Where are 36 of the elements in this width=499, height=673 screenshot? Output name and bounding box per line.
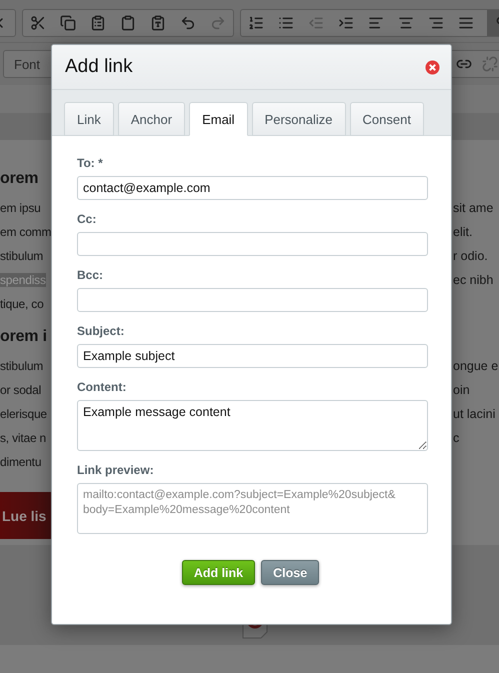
article-text: stibulum — [0, 358, 44, 372]
article-text: tique, co — [0, 296, 44, 311]
input-field[interactable]: Example subject — [77, 344, 428, 368]
link-preview-field[interactable]: mailto:contact@example.com?subject=Example%20subject&body=Example%20message%20content — [77, 483, 428, 534]
article-text: s, vitae n — [0, 430, 46, 445]
field-label: Content: — [77, 380, 128, 394]
article-text: ongue e — [453, 358, 499, 372]
article-text: em ipsu — [0, 200, 41, 214]
article-text: ut lacini — [453, 406, 496, 421]
field-label: Cc: — [77, 212, 98, 226]
article-text: ec nibh — [453, 272, 494, 287]
input-field[interactable]: contact@example.com — [77, 176, 428, 200]
article-text: em comm — [0, 224, 52, 239]
field-label: To: * — [77, 156, 104, 170]
article-text: r odio. — [453, 248, 489, 263]
article-heading: orem — [0, 170, 38, 188]
article-text: or sodal — [0, 382, 42, 397]
content-field[interactable]: Example message content — [77, 400, 428, 451]
article-text: elerisque — [0, 406, 47, 421]
field-label: Subject: — [77, 324, 126, 338]
article-text: spendiss — [0, 272, 46, 287]
article-text: c — [453, 430, 460, 445]
dialog-tab[interactable]: Email — [189, 102, 248, 136]
article-text: oin — [453, 382, 471, 397]
field-label: Bcc: — [77, 268, 104, 282]
article-heading: orem i — [0, 328, 47, 346]
dialog-tab[interactable]: Consent — [350, 102, 424, 136]
article-text: dimentu — [0, 454, 42, 469]
article-text: sit ame — [453, 200, 494, 214]
dialog-tab[interactable]: Link — [64, 102, 114, 136]
article-text: stibulum — [0, 248, 44, 263]
dialog-tab[interactable]: Personalize — [252, 102, 346, 136]
article-text: elit. — [453, 224, 474, 239]
close-button[interactable]: Close — [261, 560, 320, 585]
dialog-tab[interactable]: Anchor — [118, 102, 186, 136]
field-label: Link preview: — [77, 463, 155, 477]
